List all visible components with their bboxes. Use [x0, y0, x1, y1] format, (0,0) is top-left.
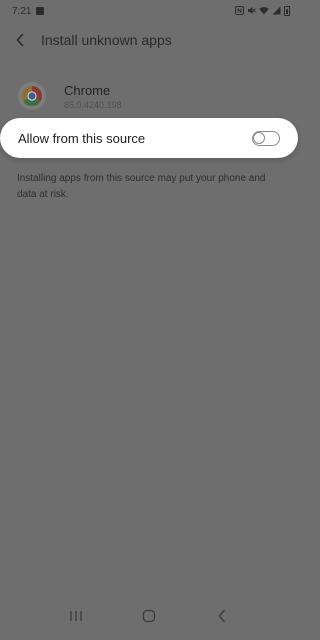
recents-button[interactable]: [56, 596, 96, 636]
mute-icon: [247, 6, 256, 17]
signal-icon: [272, 6, 281, 17]
page-title: Install unknown apps: [41, 32, 172, 48]
status-bar: 7:21: [0, 0, 298, 22]
back-button[interactable]: [0, 26, 40, 54]
app-version: 85.0.4240.198: [64, 99, 122, 110]
app-text: Chrome 85.0.4240.198: [64, 83, 122, 110]
navigation-bar: [0, 592, 298, 640]
home-icon: [142, 609, 156, 623]
app-name: Chrome: [64, 82, 111, 98]
app-icon-container: [18, 82, 46, 110]
allow-from-source-switch[interactable]: [252, 130, 280, 146]
home-button[interactable]: [129, 596, 169, 636]
back-arrow-icon: [16, 33, 24, 47]
notification-icon: [36, 7, 45, 15]
chrome-icon: [22, 86, 42, 106]
wifi-icon: [259, 6, 269, 17]
app-info-row: Chrome 85.0.4240.198: [0, 76, 298, 116]
battery-icon: [284, 6, 290, 16]
nfc-icon: [235, 5, 244, 17]
switch-knob: [253, 131, 265, 144]
recents-icon: [70, 611, 82, 621]
allow-from-source-setting[interactable]: Allow from this source: [0, 118, 298, 158]
status-right: [235, 5, 290, 17]
app-bar: Install unknown apps: [0, 26, 298, 54]
status-left: 7:21: [12, 5, 45, 17]
setting-label: Allow from this source: [18, 130, 146, 146]
status-time: 7:21: [12, 5, 32, 17]
warning-text: Installing apps from this source may put…: [17, 173, 266, 200]
back-icon: [218, 609, 225, 623]
nav-back-button[interactable]: [202, 596, 242, 636]
